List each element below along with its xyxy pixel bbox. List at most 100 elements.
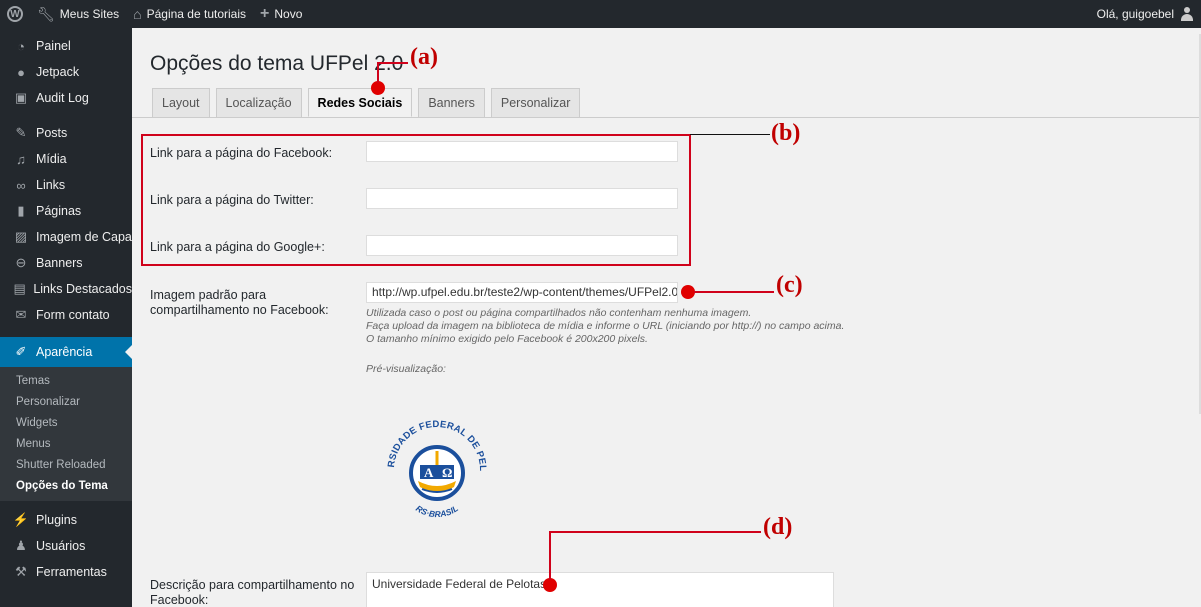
users-icon: ♟: [15, 538, 27, 553]
menu-item-paginas[interactable]: ▮ Páginas: [0, 198, 132, 224]
audit-log-icon: ▣: [14, 90, 28, 105]
menu-item-audit-log[interactable]: ▣ Audit Log: [0, 85, 132, 111]
menu-label: Jetpack: [36, 65, 80, 79]
default-image-help: Utilizada caso o post ou página comparti…: [366, 307, 844, 346]
default-image-url-input[interactable]: http://wp.ufpel.edu.br/teste2/wp-content…: [366, 282, 678, 303]
menu-label: Audit Log: [36, 91, 89, 105]
menu-label: Imagem de Capa: [36, 230, 132, 244]
annotation-box-b: [141, 134, 691, 266]
brush-icon: ✐: [15, 344, 27, 359]
page-title: Opções do tema UFPel 2.0: [150, 52, 404, 75]
pin-icon: ✎: [15, 125, 27, 140]
default-image-label-line1: Imagem padrão para: [150, 288, 267, 302]
annotation-label-a: (a): [410, 44, 438, 70]
menu-item-form-contato[interactable]: ✉ Form contato: [0, 302, 132, 328]
annotation-marker-a: [371, 81, 385, 95]
svg-text:A: A: [424, 465, 434, 480]
link-icon: ∞: [16, 177, 26, 193]
help-line-3: O tamanho mínimo exigido pelo Facebook é…: [366, 333, 648, 345]
pages-icon: ▮: [17, 203, 25, 218]
annotation-line-d-horizontal: [549, 531, 761, 533]
new-content-button[interactable]: + Novo: [253, 0, 309, 28]
submenu-menus[interactable]: Menus: [0, 434, 132, 455]
menu-item-imagem-de-capa[interactable]: ▨ Imagem de Capa: [0, 224, 132, 250]
jetpack-icon: ●: [17, 64, 25, 80]
svg-text:RS·BRASIL: RS·BRASIL: [414, 503, 460, 519]
media-icon: ♫: [16, 151, 26, 167]
menu-item-painel[interactable]: ◔ Painel: [0, 33, 132, 59]
annotation-label-b: (b): [771, 120, 801, 146]
tab-layout[interactable]: Layout: [152, 88, 210, 117]
menu-label: Usuários: [36, 539, 86, 553]
wordpress-logo-button[interactable]: W: [0, 0, 30, 28]
menu-item-usuarios[interactable]: ♟ Usuários: [0, 533, 132, 559]
tab-localizacao[interactable]: Localização: [215, 88, 302, 117]
appearance-submenu: Temas Personalizar Widgets Menus Shutter…: [0, 367, 132, 501]
svg-text:Ω: Ω: [442, 465, 452, 480]
menu-item-posts[interactable]: ✎ Posts: [0, 120, 132, 146]
share-description-textarea[interactable]: Universidade Federal de Pelotas: [366, 572, 834, 607]
main-content: Opções do tema UFPel 2.0 Layout Localiza…: [132, 28, 1201, 607]
submenu-temas[interactable]: Temas: [0, 371, 132, 392]
tools-icon: ⚒: [15, 564, 27, 579]
menu-label: Posts: [36, 126, 68, 140]
admin-sidebar: ◔ Painel ● Jetpack ▣ Audit Log ✎ Posts ♫ Mídi…: [0, 28, 132, 607]
annotation-line-a-vertical: [377, 63, 379, 83]
submenu-widgets[interactable]: Widgets: [0, 413, 132, 434]
default-image-label: Imagem padrão para compartilhamento no F…: [150, 288, 329, 318]
menu-item-links-destacados[interactable]: ▤ Links Destacados: [0, 276, 132, 302]
home-icon: ⌂: [133, 6, 142, 22]
annotation-line-b: [690, 134, 770, 135]
user-icon: [1180, 7, 1194, 21]
mail-icon: ✉: [15, 307, 27, 322]
image-icon: ▨: [14, 229, 28, 244]
annotation-label-d: (d): [763, 514, 793, 540]
menu-label: Plugins: [36, 513, 77, 527]
menu-item-aparencia[interactable]: ✐ Aparência: [0, 337, 132, 367]
plus-icon: +: [260, 5, 270, 22]
tab-redes-sociais[interactable]: Redes Sociais: [307, 88, 413, 117]
annotation-label-c: (c): [776, 272, 803, 298]
menu-item-midia[interactable]: ♫ Mídia: [0, 146, 132, 172]
site-name-label: Página de tutoriais: [146, 7, 247, 21]
my-sites-label: Meus Sites: [59, 7, 120, 21]
wordpress-icon: W: [7, 6, 23, 22]
tab-personalizar[interactable]: Personalizar: [490, 88, 581, 117]
new-label: Novo: [274, 7, 303, 21]
menu-item-ferramentas[interactable]: ⚒ Ferramentas: [0, 559, 132, 585]
tabs-divider: [132, 117, 1201, 118]
submenu-personalizar[interactable]: Personalizar: [0, 392, 132, 413]
annotation-marker-c: [681, 285, 695, 299]
submenu-opcoes-do-tema[interactable]: Opções do Tema: [0, 476, 132, 497]
user-account-button[interactable]: Olá, guigoebel: [1090, 0, 1201, 28]
menu-item-banners[interactable]: ⊖ Banners: [0, 250, 132, 276]
menu-label: Painel: [36, 39, 71, 53]
folder-icon: ▤: [13, 281, 26, 296]
banner-icon: ⊖: [15, 255, 27, 270]
tab-banners[interactable]: Banners: [418, 88, 485, 117]
menu-label: Links: [36, 178, 66, 192]
menu-item-links[interactable]: ∞ Links: [0, 172, 132, 198]
logo-text-bottom: RS·BRASIL: [414, 503, 460, 519]
ufpel-logo-image: UNIVERSIDADE FEDERAL DE PELOTAS A Ω RS·B…: [382, 415, 488, 519]
annotation-line-d-vertical: [549, 532, 551, 580]
plugin-icon: ⚡: [12, 512, 30, 527]
wrench-icon: 🔧︎: [37, 5, 55, 22]
site-name-button[interactable]: ⌂ Página de tutoriais: [126, 0, 253, 28]
menu-label: Form contato: [36, 308, 110, 322]
annotation-marker-d: [543, 578, 557, 592]
menu-label: Aparência: [36, 345, 93, 359]
share-description-label-line1: Descrição para compartilhamento no: [150, 578, 355, 592]
menu-label: Ferramentas: [36, 565, 107, 579]
menu-item-jetpack[interactable]: ● Jetpack: [0, 59, 132, 85]
share-description-label: Descrição para compartilhamento no Faceb…: [150, 578, 354, 607]
annotation-line-a-horizontal: [377, 62, 408, 64]
help-line-2: Faça upload da imagem na biblioteca de m…: [366, 320, 845, 332]
menu-item-plugins[interactable]: ⚡ Plugins: [0, 507, 132, 533]
default-image-label-line2: compartilhamento no Facebook:: [150, 303, 329, 317]
submenu-shutter-reloaded[interactable]: Shutter Reloaded: [0, 455, 132, 476]
help-line-1: Utilizada caso o post ou página comparti…: [366, 307, 752, 319]
my-sites-button[interactable]: 🔧︎ Meus Sites: [30, 0, 126, 28]
share-description-label-line2: Facebook:: [150, 593, 209, 607]
menu-label: Mídia: [36, 152, 67, 166]
